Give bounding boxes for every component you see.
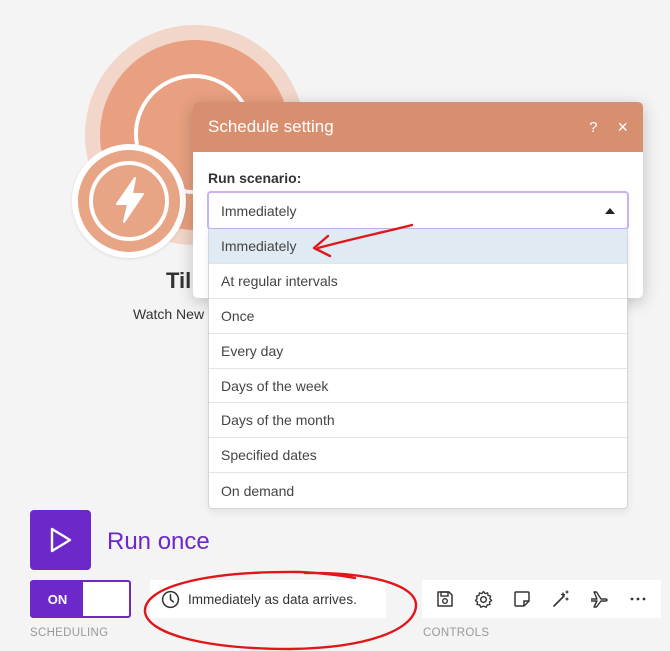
dialog-title: Schedule setting — [208, 117, 334, 136]
option-days-of-month[interactable]: Days of the month — [209, 403, 627, 439]
more-icon[interactable] — [625, 586, 651, 612]
module-subtitle: Watch New — [133, 306, 205, 322]
airplane-icon[interactable] — [586, 586, 612, 612]
play-icon — [50, 527, 71, 553]
selected-value: Immediately — [221, 202, 297, 219]
option-every-day[interactable]: Every day — [209, 334, 627, 369]
controls-toolbar — [422, 580, 661, 618]
dialog-header: Schedule setting ? × — [193, 102, 643, 152]
gear-icon[interactable] — [471, 586, 497, 612]
lightning-icon — [116, 177, 144, 223]
notes-icon[interactable] — [509, 586, 535, 612]
run-scenario-label: Run scenario: — [208, 170, 302, 186]
option-days-of-week[interactable]: Days of the week — [209, 369, 627, 404]
option-on-demand[interactable]: On demand — [209, 473, 627, 508]
option-once[interactable]: Once — [209, 299, 627, 334]
close-button[interactable]: × — [617, 117, 628, 138]
save-icon[interactable] — [432, 586, 458, 612]
schedule-summary[interactable]: Immediately as data arrives. — [150, 580, 386, 618]
magic-wand-icon[interactable] — [548, 586, 574, 612]
scheduling-caption: SCHEDULING — [30, 627, 109, 639]
option-immediately[interactable]: Immediately — [209, 229, 627, 264]
clock-icon — [161, 590, 180, 608]
help-button[interactable]: ? — [589, 119, 597, 136]
scheduling-toggle[interactable]: ON — [30, 580, 131, 618]
run-once-label[interactable]: Run once — [107, 528, 210, 556]
run-scenario-options: Immediately At regular intervals Once Ev… — [208, 229, 628, 510]
option-specified-dates[interactable]: Specified dates — [209, 438, 627, 474]
caret-up-icon — [605, 207, 615, 214]
controls-caption: CONTROLS — [423, 627, 490, 639]
toggle-on-label: ON — [32, 582, 83, 616]
option-regular-intervals[interactable]: At regular intervals — [209, 264, 627, 299]
schedule-summary-text: Immediately as data arrives. — [188, 591, 357, 607]
run-scenario-select[interactable]: Immediately — [207, 191, 629, 230]
run-once-button[interactable] — [30, 510, 91, 570]
module-title: Til — [166, 268, 192, 293]
